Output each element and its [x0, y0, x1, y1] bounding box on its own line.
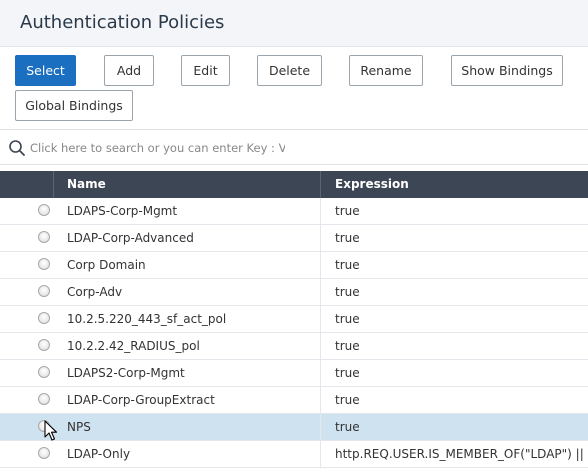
table-row[interactable]: LDAP-Corp-GroupExtract true — [0, 387, 588, 414]
column-divider[interactable] — [320, 171, 321, 198]
policy-name: 10.2.2.42_RADIUS_pol — [67, 339, 200, 353]
policy-expression: true — [335, 366, 360, 380]
policy-expression: true — [335, 204, 360, 218]
table-row[interactable]: LDAPS2-Corp-Mgmt true — [0, 360, 588, 387]
table-row[interactable]: LDAP-Corp-Advanced true — [0, 225, 588, 252]
row-radio-button[interactable] — [38, 366, 50, 378]
table-row[interactable]: Corp Domain true — [0, 252, 588, 279]
table-row[interactable]: LDAPS-Corp-Mgmt true — [0, 198, 588, 225]
table-row[interactable]: NPS true — [0, 414, 588, 441]
row-radio-button[interactable] — [38, 447, 50, 459]
edit-button[interactable]: Edit — [181, 55, 230, 86]
name-column-header[interactable]: Name — [67, 171, 106, 198]
policy-name: LDAPS2-Corp-Mgmt — [67, 366, 185, 380]
policy-expression: http.REQ.USER.IS_MEMBER_OF("LDAP") || cl… — [335, 447, 588, 461]
cell-divider — [320, 360, 321, 386]
policy-name: LDAPS-Corp-Mgmt — [67, 204, 178, 218]
cell-divider — [320, 252, 321, 278]
cell-divider — [320, 441, 321, 467]
cell-divider — [320, 225, 321, 251]
cell-divider — [320, 306, 321, 332]
add-button[interactable]: Add — [104, 55, 154, 86]
policy-name: LDAP-Corp-GroupExtract — [67, 393, 215, 407]
rename-button[interactable]: Rename — [349, 55, 423, 86]
policy-name: Corp Domain — [67, 258, 146, 272]
policy-expression: true — [335, 312, 360, 326]
mouse-pointer-icon — [44, 420, 58, 446]
table-header: Name Expression — [0, 171, 588, 198]
row-radio-button[interactable] — [38, 285, 50, 297]
cell-divider — [320, 198, 321, 224]
policy-expression: true — [335, 285, 360, 299]
policy-name: 10.2.5.220_443_sf_act_pol — [67, 312, 227, 326]
table-row[interactable]: Corp-Adv true — [0, 279, 588, 306]
policy-expression: true — [335, 420, 360, 434]
policy-expression: true — [335, 393, 360, 407]
table-row[interactable]: 10.2.5.220_443_sf_act_pol true — [0, 306, 588, 333]
table-row[interactable]: 10.2.2.42_RADIUS_pol true — [0, 333, 588, 360]
select-button[interactable]: Select — [15, 55, 76, 86]
policy-name: LDAP-Corp-Advanced — [67, 231, 194, 245]
select-column-header — [0, 171, 54, 198]
delete-button[interactable]: Delete — [257, 55, 322, 86]
search-input[interactable] — [30, 138, 285, 158]
search-bar — [0, 129, 588, 165]
table-row[interactable]: LDAP-Only http.REQ.USER.IS_MEMBER_OF("LD… — [0, 441, 588, 468]
cell-divider — [320, 333, 321, 359]
row-radio-button[interactable] — [38, 339, 50, 351]
row-radio-button[interactable] — [38, 204, 50, 216]
page-header: Authentication Policies — [0, 0, 588, 47]
cell-divider — [320, 279, 321, 305]
row-radio-button[interactable] — [38, 393, 50, 405]
global-bindings-button[interactable]: Global Bindings — [15, 90, 133, 121]
show-bindings-button[interactable]: Show Bindings — [451, 55, 563, 86]
policy-expression: true — [335, 258, 360, 272]
policy-expression: true — [335, 231, 360, 245]
policy-name: Corp-Adv — [67, 285, 123, 299]
row-radio-button[interactable] — [38, 312, 50, 324]
page-title: Authentication Policies — [20, 12, 225, 33]
row-radio-button[interactable] — [38, 258, 50, 270]
policy-expression: true — [335, 339, 360, 353]
row-radio-button[interactable] — [38, 231, 50, 243]
cell-divider — [320, 387, 321, 413]
expression-column-header[interactable]: Expression — [335, 171, 409, 198]
cell-divider — [320, 414, 321, 440]
policy-name: LDAP-Only — [67, 447, 131, 461]
policy-name: NPS — [67, 420, 91, 434]
policies-table: Name Expression LDAPS-Corp-Mgmt true LDA… — [0, 171, 588, 468]
